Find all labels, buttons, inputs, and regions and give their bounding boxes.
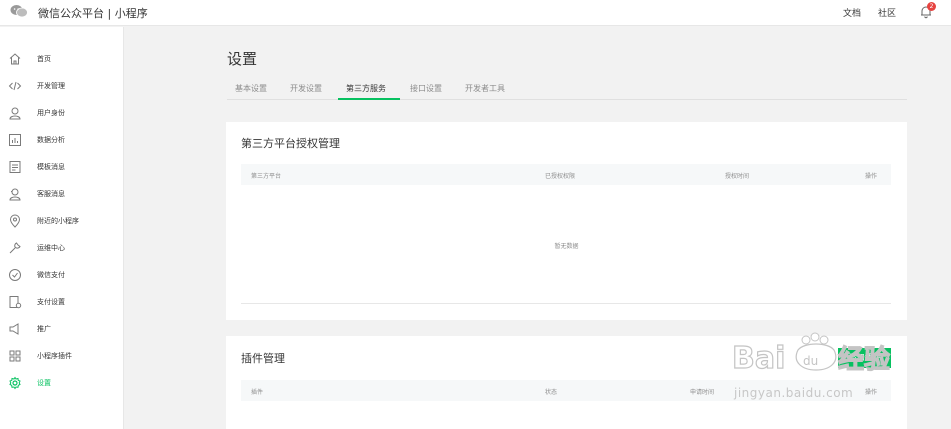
column-header: 操作 <box>865 173 878 180</box>
sidebar-item-dev-management[interactable]: 开发管理 <box>0 75 124 97</box>
tab-basic-settings[interactable]: 基本设置 <box>235 83 267 94</box>
sidebar-item-customer-service[interactable]: 客服消息 <box>0 183 124 205</box>
brand-title[interactable]: 微信公众平台 | 小程序 <box>38 5 148 21</box>
sidebar-item-user-identity[interactable]: 用户身份 <box>0 102 124 124</box>
sidebar-item-label: 附近的小程序 <box>37 217 79 225</box>
sidebar-item-pay-settings[interactable]: 支付设置 <box>0 291 124 313</box>
gear-icon <box>9 376 21 390</box>
sidebar-item-promotion[interactable]: 推广 <box>0 318 124 340</box>
sidebar-item-label: 微信支付 <box>37 271 65 279</box>
sidebar-item-label: 开发管理 <box>37 82 65 90</box>
column-header: 状态 <box>545 389 558 396</box>
docs-link[interactable]: 文档 <box>843 6 861 19</box>
svg-text:经验: 经验 <box>838 344 890 375</box>
sidebar-item-data-analysis[interactable]: 数据分析 <box>0 129 124 151</box>
sidebar-item-label: 推广 <box>37 325 51 333</box>
svg-text:Bai: Bai <box>732 341 785 376</box>
sidebar-item-label: 首页 <box>37 55 51 63</box>
column-header: 插件 <box>251 389 264 396</box>
megaphone-icon <box>9 323 19 335</box>
sidebar-item-wechat-pay[interactable]: 微信支付 <box>0 264 124 286</box>
service-icon <box>9 188 21 201</box>
sidebar: 首页 开发管理 用户身份 数据分析 模板消息 客服消息 附近的小程序 运维中心 … <box>0 27 124 429</box>
sidebar-item-label: 设置 <box>37 379 51 387</box>
third-party-auth-card: 第三方平台授权管理 第三方平台 已授权权限 授权时间 操作 暂无数据 <box>226 122 907 320</box>
sidebar-item-settings[interactable]: 设置 <box>0 372 124 394</box>
active-tab-indicator <box>338 98 400 100</box>
column-header: 已授权权限 <box>545 173 576 180</box>
document-icon <box>9 161 21 173</box>
sidebar-item-label: 客服消息 <box>37 190 65 198</box>
top-bar: 微信公众平台 | 小程序 文档 社区 2 <box>0 0 951 26</box>
pay-icon <box>9 269 21 281</box>
plugin-management-title: 插件管理 <box>241 352 285 365</box>
sidebar-item-label: 支付设置 <box>37 298 65 306</box>
code-icon <box>8 81 22 91</box>
sidebar-item-label: 数据分析 <box>37 136 65 144</box>
sidebar-item-template-messages[interactable]: 模板消息 <box>0 156 124 178</box>
grid-icon <box>9 350 21 362</box>
tab-developer-tools[interactable]: 开发者工具 <box>465 83 505 94</box>
sidebar-item-label: 用户身份 <box>37 109 65 117</box>
sidebar-item-ops-center[interactable]: 运维中心 <box>0 237 124 259</box>
column-header: 申请时间 <box>690 389 715 396</box>
wrench-icon <box>9 242 21 254</box>
tab-bar: 基本设置 开发设置 第三方服务 接口设置 开发者工具 <box>227 78 907 100</box>
location-icon <box>9 214 21 228</box>
tab-dev-settings[interactable]: 开发设置 <box>290 83 322 94</box>
watermark-url: jingyan.baidu.com <box>734 386 854 400</box>
community-link[interactable]: 社区 <box>878 6 896 19</box>
table-divider <box>241 303 891 304</box>
notification-badge: 2 <box>927 2 936 11</box>
pay-settings-icon <box>9 296 22 309</box>
tab-interface-settings[interactable]: 接口设置 <box>410 83 442 94</box>
column-header: 第三方平台 <box>251 173 282 180</box>
empty-state-text: 暂无数据 <box>554 243 579 250</box>
page-title: 设置 <box>227 50 258 68</box>
sidebar-item-label: 模板消息 <box>37 163 65 171</box>
third-party-auth-title: 第三方平台授权管理 <box>241 137 340 150</box>
user-icon <box>9 107 21 120</box>
chart-icon <box>9 134 21 146</box>
wechat-logo-icon <box>10 5 28 18</box>
sidebar-item-nearby-mini-programs[interactable]: 附近的小程序 <box>0 210 124 232</box>
sidebar-item-label: 小程序插件 <box>37 352 72 360</box>
column-header: 授权时间 <box>725 173 750 180</box>
tab-third-party-services[interactable]: 第三方服务 <box>346 83 386 94</box>
sidebar-item-mini-program-plugins[interactable]: 小程序插件 <box>0 345 124 367</box>
sidebar-item-home[interactable]: 首页 <box>0 48 124 70</box>
home-icon <box>9 53 21 65</box>
third-party-table-header: 第三方平台 已授权权限 授权时间 操作 <box>241 164 891 185</box>
sidebar-item-label: 运维中心 <box>37 244 65 252</box>
svg-text:du: du <box>803 354 818 368</box>
